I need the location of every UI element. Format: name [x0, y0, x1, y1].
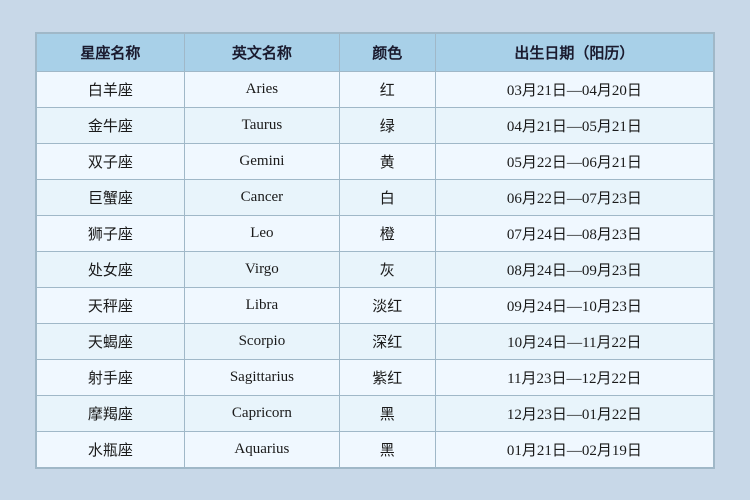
cell-color: 紫红 — [339, 359, 435, 395]
cell-dates: 08月24日—09月23日 — [435, 251, 713, 287]
table-header-row: 星座名称 英文名称 颜色 出生日期（阳历） — [37, 33, 714, 71]
header-dates: 出生日期（阳历） — [435, 33, 713, 71]
table-row: 双子座Gemini黄05月22日—06月21日 — [37, 143, 714, 179]
cell-color: 黑 — [339, 431, 435, 467]
table-row: 水瓶座Aquarius黑01月21日—02月19日 — [37, 431, 714, 467]
cell-color: 黄 — [339, 143, 435, 179]
cell-english-name: Cancer — [184, 179, 339, 215]
table-row: 白羊座Aries红03月21日—04月20日 — [37, 71, 714, 107]
table-row: 处女座Virgo灰08月24日—09月23日 — [37, 251, 714, 287]
cell-chinese-name: 摩羯座 — [37, 395, 185, 431]
cell-chinese-name: 狮子座 — [37, 215, 185, 251]
cell-color: 灰 — [339, 251, 435, 287]
cell-dates: 04月21日—05月21日 — [435, 107, 713, 143]
table-row: 金牛座Taurus绿04月21日—05月21日 — [37, 107, 714, 143]
cell-chinese-name: 白羊座 — [37, 71, 185, 107]
cell-color: 深红 — [339, 323, 435, 359]
cell-english-name: Aries — [184, 71, 339, 107]
table-row: 射手座Sagittarius紫红11月23日—12月22日 — [37, 359, 714, 395]
table-row: 摩羯座Capricorn黑12月23日—01月22日 — [37, 395, 714, 431]
cell-chinese-name: 金牛座 — [37, 107, 185, 143]
cell-english-name: Gemini — [184, 143, 339, 179]
cell-color: 绿 — [339, 107, 435, 143]
cell-chinese-name: 巨蟹座 — [37, 179, 185, 215]
cell-color: 红 — [339, 71, 435, 107]
cell-english-name: Libra — [184, 287, 339, 323]
cell-dates: 11月23日—12月22日 — [435, 359, 713, 395]
cell-dates: 12月23日—01月22日 — [435, 395, 713, 431]
cell-color: 黑 — [339, 395, 435, 431]
cell-chinese-name: 天秤座 — [37, 287, 185, 323]
header-color: 颜色 — [339, 33, 435, 71]
cell-english-name: Sagittarius — [184, 359, 339, 395]
cell-dates: 07月24日—08月23日 — [435, 215, 713, 251]
table-row: 天蝎座Scorpio深红10月24日—11月22日 — [37, 323, 714, 359]
cell-english-name: Virgo — [184, 251, 339, 287]
table-row: 巨蟹座Cancer白06月22日—07月23日 — [37, 179, 714, 215]
cell-dates: 01月21日—02月19日 — [435, 431, 713, 467]
cell-chinese-name: 射手座 — [37, 359, 185, 395]
cell-english-name: Leo — [184, 215, 339, 251]
cell-color: 橙 — [339, 215, 435, 251]
table-row: 狮子座Leo橙07月24日—08月23日 — [37, 215, 714, 251]
cell-chinese-name: 天蝎座 — [37, 323, 185, 359]
zodiac-table-container: 星座名称 英文名称 颜色 出生日期（阳历） 白羊座Aries红03月21日—04… — [35, 32, 715, 469]
cell-dates: 03月21日—04月20日 — [435, 71, 713, 107]
table-body: 白羊座Aries红03月21日—04月20日金牛座Taurus绿04月21日—0… — [37, 71, 714, 467]
cell-chinese-name: 双子座 — [37, 143, 185, 179]
cell-dates: 05月22日—06月21日 — [435, 143, 713, 179]
cell-english-name: Aquarius — [184, 431, 339, 467]
header-chinese-name: 星座名称 — [37, 33, 185, 71]
cell-color: 白 — [339, 179, 435, 215]
header-english-name: 英文名称 — [184, 33, 339, 71]
zodiac-table: 星座名称 英文名称 颜色 出生日期（阳历） 白羊座Aries红03月21日—04… — [36, 33, 714, 468]
cell-color: 淡红 — [339, 287, 435, 323]
cell-chinese-name: 水瓶座 — [37, 431, 185, 467]
table-row: 天秤座Libra淡红09月24日—10月23日 — [37, 287, 714, 323]
cell-chinese-name: 处女座 — [37, 251, 185, 287]
cell-dates: 10月24日—11月22日 — [435, 323, 713, 359]
cell-dates: 09月24日—10月23日 — [435, 287, 713, 323]
cell-dates: 06月22日—07月23日 — [435, 179, 713, 215]
cell-english-name: Capricorn — [184, 395, 339, 431]
cell-english-name: Taurus — [184, 107, 339, 143]
cell-english-name: Scorpio — [184, 323, 339, 359]
